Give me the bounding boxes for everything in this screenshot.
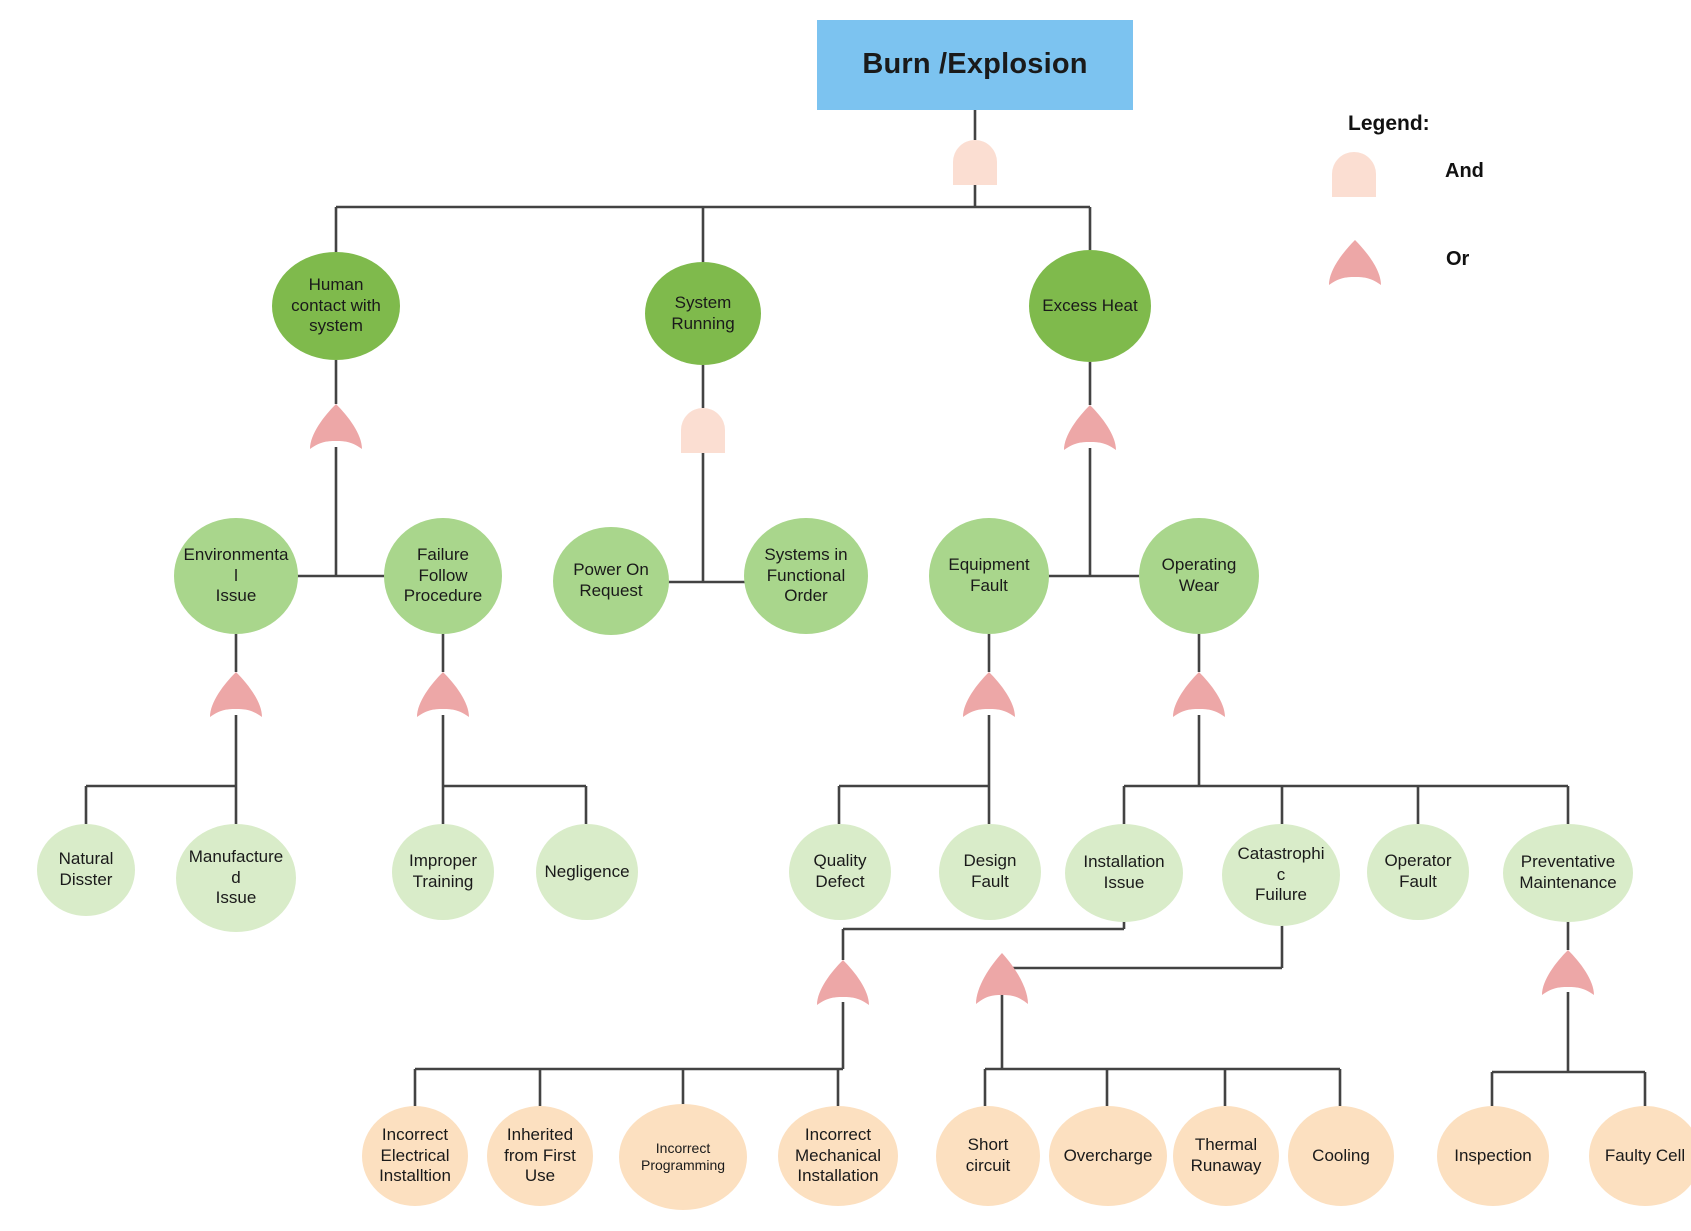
leaf-label: Inspection <box>1454 1145 1532 1165</box>
node-label: Operating Wear <box>1161 555 1237 595</box>
leaf-label: Overcharge <box>1063 1145 1153 1165</box>
leaf-incorrect-electrical-installtion[interactable]: Incorrect Electrical Installtion <box>362 1106 468 1206</box>
node-label: Design Fault <box>963 851 1017 891</box>
node-power-on-request[interactable]: Power On Request <box>553 527 669 635</box>
node-preventative-maintenance[interactable]: Preventative Maintenance <box>1503 824 1633 922</box>
gate-equipment-fault-or[interactable] <box>961 672 1017 718</box>
node-label: Power On Request <box>573 560 649 600</box>
legend-title: Legend: <box>1348 112 1430 135</box>
leaf-overcharge[interactable]: Overcharge <box>1049 1106 1167 1206</box>
node-label: Systems in Functional Order <box>764 544 848 606</box>
node-label: Installation Issue <box>1083 852 1165 892</box>
node-label: Quality Defect <box>813 851 867 891</box>
node-label: Equipment Fault <box>948 555 1030 595</box>
node-natural-disster[interactable]: Natural Disster <box>37 824 135 916</box>
leaf-label: Incorrect Electrical Installtion <box>379 1124 451 1186</box>
leaf-faulty-cell[interactable]: Faulty Cell <box>1589 1106 1691 1206</box>
node-label: Negligence <box>544 861 630 881</box>
gate-excess-heat-or[interactable] <box>1062 405 1118 451</box>
node-quality-defect[interactable]: Quality Defect <box>789 824 891 920</box>
legend-or-label: Or <box>1446 248 1470 270</box>
node-label: Natural Disster <box>58 849 114 889</box>
node-operating-wear[interactable]: Operating Wear <box>1139 518 1259 634</box>
node-failure-follow-procedure[interactable]: Failure Follow Procedure <box>384 518 502 634</box>
node-improper-training[interactable]: Improper Training <box>392 824 494 920</box>
node-label: System Running <box>671 292 735 333</box>
leaf-label: Thermal Runaway <box>1190 1135 1262 1175</box>
node-environmental-issue[interactable]: Environmenta l Issue <box>174 518 298 634</box>
gate-system-running-and[interactable] <box>679 408 727 454</box>
leaf-label: Incorrect Programming <box>640 1139 726 1173</box>
gate-installation-issue-or[interactable] <box>815 960 871 1006</box>
node-design-fault[interactable]: Design Fault <box>939 824 1041 920</box>
fault-tree-canvas: Burn /Explosion Human contact with syste… <box>0 0 1691 1231</box>
node-label: Improper Training <box>408 851 478 891</box>
node-label: Catastrophi c Fuilure <box>1237 843 1325 905</box>
leaf-incorrect-programming[interactable]: Incorrect Programming <box>619 1104 747 1210</box>
legend-or-gate-icon <box>1327 240 1383 291</box>
gate-catastrophic-failure-or[interactable] <box>974 953 1030 1005</box>
node-label: Preventative Maintenance <box>1519 852 1617 892</box>
node-label: Manufacture d Issue <box>188 846 284 908</box>
gate-environmental-issue-or[interactable] <box>208 672 264 718</box>
node-label: Failure Follow Procedure <box>403 544 483 606</box>
leaf-inherited-from-first-use[interactable]: Inherited from First Use <box>487 1106 593 1206</box>
leaf-label: Faulty Cell <box>1604 1145 1686 1165</box>
legend: Legend: And Or <box>1327 112 1590 292</box>
leaf-label: Short circuit <box>965 1135 1011 1175</box>
gate-human-contact-or[interactable] <box>308 404 364 450</box>
node-label: Excess Heat <box>1042 295 1138 315</box>
node-installation-issue[interactable]: Installation Issue <box>1065 824 1183 922</box>
node-label: Human contact with system <box>291 274 381 336</box>
top-event-label: Burn /Explosion <box>862 48 1088 81</box>
top-event-burn-explosion[interactable]: Burn /Explosion <box>817 20 1133 110</box>
node-label: Operator Fault <box>1384 851 1452 891</box>
node-human-contact-with-system[interactable]: Human contact with system <box>272 252 400 360</box>
leaf-label: Inherited from First Use <box>504 1124 576 1186</box>
node-equipment-fault[interactable]: Equipment Fault <box>929 518 1049 634</box>
leaf-cooling[interactable]: Cooling <box>1288 1106 1394 1206</box>
legend-and-gate-icon <box>1330 152 1378 203</box>
gate-failure-follow-procedure-or[interactable] <box>415 672 471 718</box>
node-operator-fault-circle[interactable]: Operator Fault <box>1367 824 1469 920</box>
leaf-label: Cooling <box>1312 1145 1370 1165</box>
leaf-incorrect-mechanical-installation[interactable]: Incorrect Mechanical Installation <box>778 1106 898 1206</box>
gate-top-and[interactable] <box>951 140 999 186</box>
leaf-inspection[interactable]: Inspection <box>1437 1106 1549 1206</box>
leaf-thermal-runaway[interactable]: Thermal Runaway <box>1173 1106 1279 1206</box>
node-label: Environmenta l Issue <box>183 544 289 606</box>
leaf-label: Incorrect Mechanical Installation <box>795 1124 881 1186</box>
node-system-running[interactable]: System Running <box>645 262 761 365</box>
legend-and-label: And <box>1445 160 1484 182</box>
node-systems-in-functional-order[interactable]: Systems in Functional Order <box>744 518 868 634</box>
node-catastrophic-fuilure[interactable]: Catastrophi c Fuilure <box>1222 824 1340 926</box>
leaf-short-circuit[interactable]: Short circuit <box>936 1106 1040 1206</box>
node-excess-heat[interactable]: Excess Heat <box>1029 250 1151 362</box>
node-negligence[interactable]: Negligence <box>536 824 638 920</box>
node-manufactured-issue[interactable]: Manufacture d Issue <box>176 824 296 932</box>
gate-preventative-maintenance-or[interactable] <box>1540 950 1596 996</box>
gate-operating-wear-or[interactable] <box>1171 672 1227 718</box>
